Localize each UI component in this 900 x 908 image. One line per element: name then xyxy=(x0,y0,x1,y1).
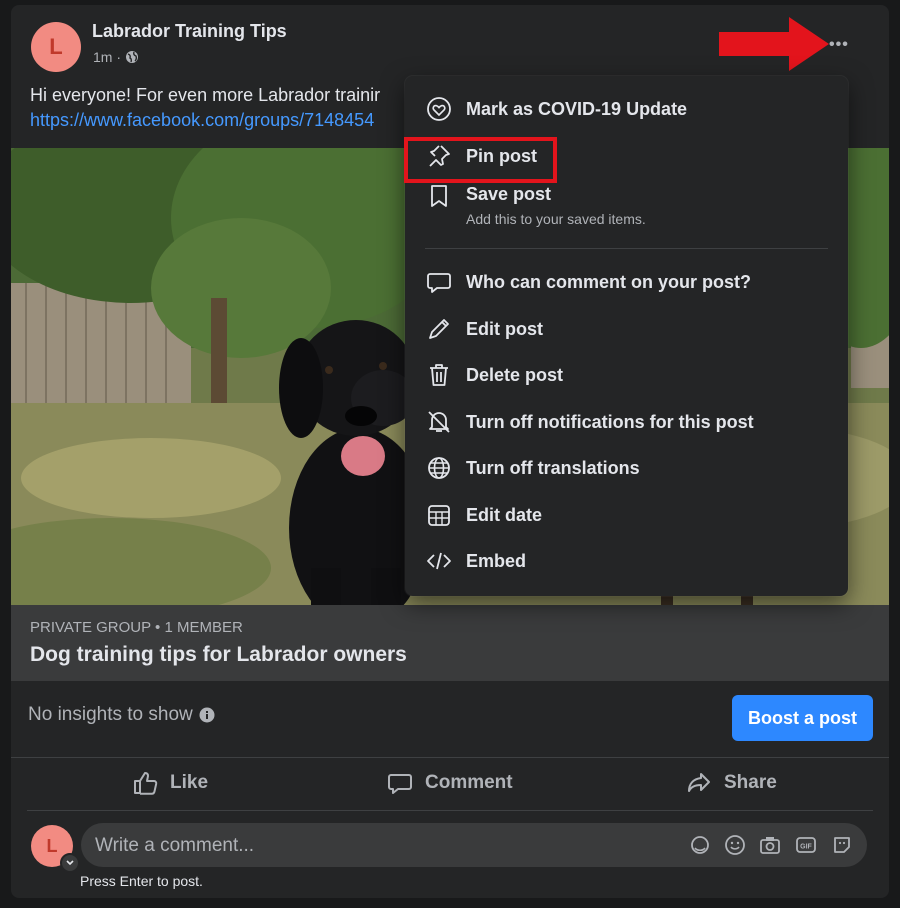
gif-icon[interactable]: GIF xyxy=(795,834,817,856)
menu-item-label: Turn off notifications for this post xyxy=(466,411,754,432)
post-text: Hi everyone! For even more Labrador trai… xyxy=(30,85,381,105)
highlight-box xyxy=(404,137,557,183)
comment-label: Comment xyxy=(425,772,513,793)
globe-privacy-icon xyxy=(125,50,139,64)
like-button[interactable]: Like xyxy=(132,770,208,796)
boost-post-button[interactable]: Boost a post xyxy=(732,695,873,741)
post-link[interactable]: https://www.facebook.com/groups/7148454 xyxy=(30,110,374,131)
menu-item-label: Mark as COVID-19 Update xyxy=(466,98,688,119)
menu-item-label: Turn off translations xyxy=(466,457,640,478)
trash-icon xyxy=(425,361,453,389)
share-label: Share xyxy=(724,772,777,793)
menu-item-label: Edit date xyxy=(466,504,543,525)
pencil-icon xyxy=(425,315,453,343)
bell-off-icon xyxy=(425,408,453,436)
embed-icon xyxy=(425,547,453,575)
like-label: Like xyxy=(170,772,209,793)
sticker-icon[interactable] xyxy=(831,834,853,856)
insights-text: No insights to show xyxy=(28,704,193,725)
menu-item-delete-post[interactable]: Delete post xyxy=(405,353,848,397)
comment-icon xyxy=(387,770,413,796)
avatar-letter: L xyxy=(49,34,63,59)
menu-item-who-can-comment[interactable]: Who can comment on your post? xyxy=(405,260,848,304)
page-avatar[interactable]: L xyxy=(31,22,81,72)
bookmark-icon xyxy=(425,182,453,210)
menu-item-edit-post[interactable]: Edit post xyxy=(405,307,848,351)
thumbs-up-icon xyxy=(132,770,158,796)
divider xyxy=(11,757,889,758)
post-meta: 1m · xyxy=(93,49,139,65)
post-options-button[interactable]: ••• xyxy=(829,36,849,54)
globe-icon xyxy=(425,454,453,482)
menu-item-covid-update[interactable]: Mark as COVID-19 Update xyxy=(405,87,848,131)
group-title: Dog training tips for Labrador owners xyxy=(30,643,407,666)
covid-update-icon xyxy=(425,95,453,123)
divider xyxy=(27,810,873,811)
menu-item-label: Save post xyxy=(466,184,552,204)
calendar-icon xyxy=(425,501,453,529)
menu-item-label: Edit post xyxy=(466,318,543,339)
comment-placeholder: Write a comment... xyxy=(95,835,255,856)
comment-input[interactable]: Write a comment... GIF xyxy=(81,823,867,867)
menu-item-sublabel: Add this to your saved items. xyxy=(466,211,646,227)
share-button[interactable]: Share xyxy=(686,770,777,796)
camera-icon[interactable] xyxy=(759,834,781,856)
post-time[interactable]: 1m · xyxy=(93,49,121,65)
emoji-icon[interactable] xyxy=(724,834,746,856)
menu-item-turn-off-translations[interactable]: Turn off translations xyxy=(405,446,848,490)
menu-item-label: Who can comment on your post? xyxy=(466,271,752,292)
insights: No insights to show xyxy=(28,704,215,726)
menu-item-edit-date[interactable]: Edit date xyxy=(405,493,848,537)
group-attachment[interactable]: PRIVATE GROUP • 1 MEMBER Dog training ti… xyxy=(11,605,889,681)
chevron-down-icon[interactable] xyxy=(60,853,80,873)
share-icon xyxy=(686,770,712,796)
comment-bubble-icon xyxy=(425,268,453,296)
menu-item-turn-off-notifications[interactable]: Turn off notifications for this post xyxy=(405,400,848,444)
page-name[interactable]: Labrador Training Tips xyxy=(92,21,287,42)
comment-hint: Press Enter to post. xyxy=(80,873,203,889)
group-meta: PRIVATE GROUP • 1 MEMBER xyxy=(30,619,243,636)
menu-item-label: Delete post xyxy=(466,364,564,385)
menu-divider xyxy=(425,248,828,249)
arrow-annotation-icon xyxy=(719,17,829,71)
avatar-letter: L xyxy=(46,835,58,856)
menu-item-label: Embed xyxy=(466,550,527,571)
avatar-sticker-icon[interactable] xyxy=(689,834,711,856)
comment-button[interactable]: Comment xyxy=(387,770,513,796)
info-icon[interactable] xyxy=(199,707,215,723)
menu-item-embed[interactable]: Embed xyxy=(405,539,848,583)
svg-text:GIF: GIF xyxy=(800,844,812,851)
